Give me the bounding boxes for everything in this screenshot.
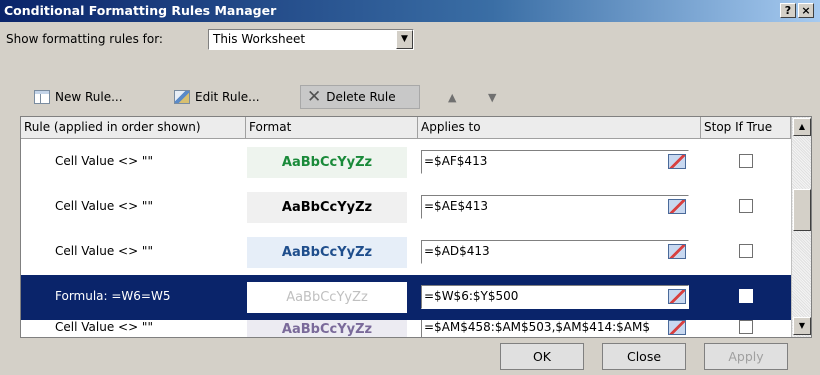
scroll-up-button[interactable]: ▲ <box>793 118 811 136</box>
ok-button[interactable]: OK <box>500 343 584 370</box>
rule-description: Cell Value <> "" <box>55 320 153 334</box>
format-preview: AaBbCcYyZz <box>247 237 407 268</box>
stop-if-true-checkbox[interactable] <box>739 154 753 168</box>
rule-row[interactable]: Cell Value <> "" AaBbCcYyZz =$AF$413 <box>21 140 791 185</box>
format-preview: AaBbCcYyZz <box>247 192 407 223</box>
stop-if-true-checkbox[interactable] <box>739 199 753 213</box>
edit-rule-icon <box>174 90 190 104</box>
scroll-thumb[interactable] <box>793 189 811 231</box>
new-rule-label: New Rule... <box>55 90 123 104</box>
column-header-applies-to[interactable]: Applies to <box>418 117 701 138</box>
column-header-rule[interactable]: Rule (applied in order shown) <box>21 117 246 138</box>
stop-if-true-checkbox[interactable] <box>739 289 753 303</box>
vertical-scrollbar[interactable]: ▲ ▼ <box>791 117 811 337</box>
grid-header: Rule (applied in order shown) Format App… <box>21 117 811 139</box>
range-select-icon[interactable] <box>668 320 686 335</box>
rule-row-selected[interactable]: Formula: =W6=W5 AaBbCcYyZz =$W$6:$Y$500 <box>21 275 791 320</box>
rule-row[interactable]: Cell Value <> "" AaBbCcYyZz =$AM$458:$AM… <box>21 320 791 337</box>
apply-button[interactable]: Apply <box>704 343 788 370</box>
format-preview: AaBbCcYyZz <box>247 282 407 313</box>
rule-description: Cell Value <> "" <box>55 199 153 213</box>
applies-to-field[interactable]: =$AE$413 <box>421 195 689 219</box>
format-preview: AaBbCcYyZz <box>247 147 407 178</box>
move-up-button[interactable]: ▲ <box>448 85 456 109</box>
window-close-button[interactable]: × <box>798 3 814 18</box>
scroll-down-button[interactable]: ▼ <box>793 317 811 335</box>
edit-rule-button[interactable]: Edit Rule... <box>174 85 260 109</box>
format-preview: AaBbCcYyZz <box>247 320 407 337</box>
title-bar: Conditional Formatting Rules Manager ? × <box>0 0 820 22</box>
applies-to-field[interactable]: =$AF$413 <box>421 150 689 174</box>
applies-to-value: =$AE$413 <box>424 199 489 213</box>
rules-grid: Rule (applied in order shown) Format App… <box>20 116 812 338</box>
show-rules-label: Show formatting rules for: <box>6 32 163 46</box>
show-rules-dropdown[interactable]: This Worksheet ▼ <box>208 29 414 50</box>
rule-description: Formula: =W6=W5 <box>55 289 171 303</box>
show-rules-selected: This Worksheet <box>213 32 306 46</box>
rule-description: Cell Value <> "" <box>55 154 153 168</box>
delete-rule-label: Delete Rule <box>326 90 396 104</box>
delete-rule-button[interactable]: ✕ Delete Rule <box>300 85 420 109</box>
column-header-stop-if-true[interactable]: Stop If True <box>701 117 791 138</box>
rules-toolbar: New Rule... Edit Rule... ✕ Delete Rule ▲… <box>24 80 820 114</box>
applies-to-field[interactable]: =$AM$458:$AM$503,$AM$414:$AM$ <box>421 320 689 337</box>
applies-to-value: =$AD$413 <box>424 244 490 258</box>
applies-to-value: =$W$6:$Y$500 <box>424 289 519 303</box>
dropdown-arrow-icon[interactable]: ▼ <box>396 30 413 49</box>
range-select-icon[interactable] <box>668 244 686 259</box>
help-button[interactable]: ? <box>780 3 796 18</box>
new-rule-button[interactable]: New Rule... <box>34 85 123 109</box>
close-button[interactable]: Close <box>602 343 686 370</box>
applies-to-field[interactable]: =$AD$413 <box>421 240 689 264</box>
rule-row[interactable]: Cell Value <> "" AaBbCcYyZz =$AE$413 <box>21 185 791 230</box>
rule-description: Cell Value <> "" <box>55 244 153 258</box>
range-select-icon[interactable] <box>668 199 686 214</box>
range-select-icon[interactable] <box>668 154 686 169</box>
rule-row[interactable]: Cell Value <> "" AaBbCcYyZz =$AD$413 <box>21 230 791 275</box>
new-rule-icon <box>34 90 50 104</box>
edit-rule-label: Edit Rule... <box>195 90 260 104</box>
applies-to-value: =$AM$458:$AM$503,$AM$414:$AM$ <box>424 320 650 334</box>
delete-x-icon: ✕ <box>307 87 322 107</box>
stop-if-true-checkbox[interactable] <box>739 320 753 334</box>
applies-to-field[interactable]: =$W$6:$Y$500 <box>421 285 689 309</box>
move-down-button[interactable]: ▼ <box>488 85 496 109</box>
applies-to-value: =$AF$413 <box>424 154 488 168</box>
stop-if-true-checkbox[interactable] <box>739 244 753 258</box>
column-header-format[interactable]: Format <box>246 117 418 138</box>
dialog-title: Conditional Formatting Rules Manager <box>4 3 277 18</box>
range-select-icon[interactable] <box>668 289 686 304</box>
